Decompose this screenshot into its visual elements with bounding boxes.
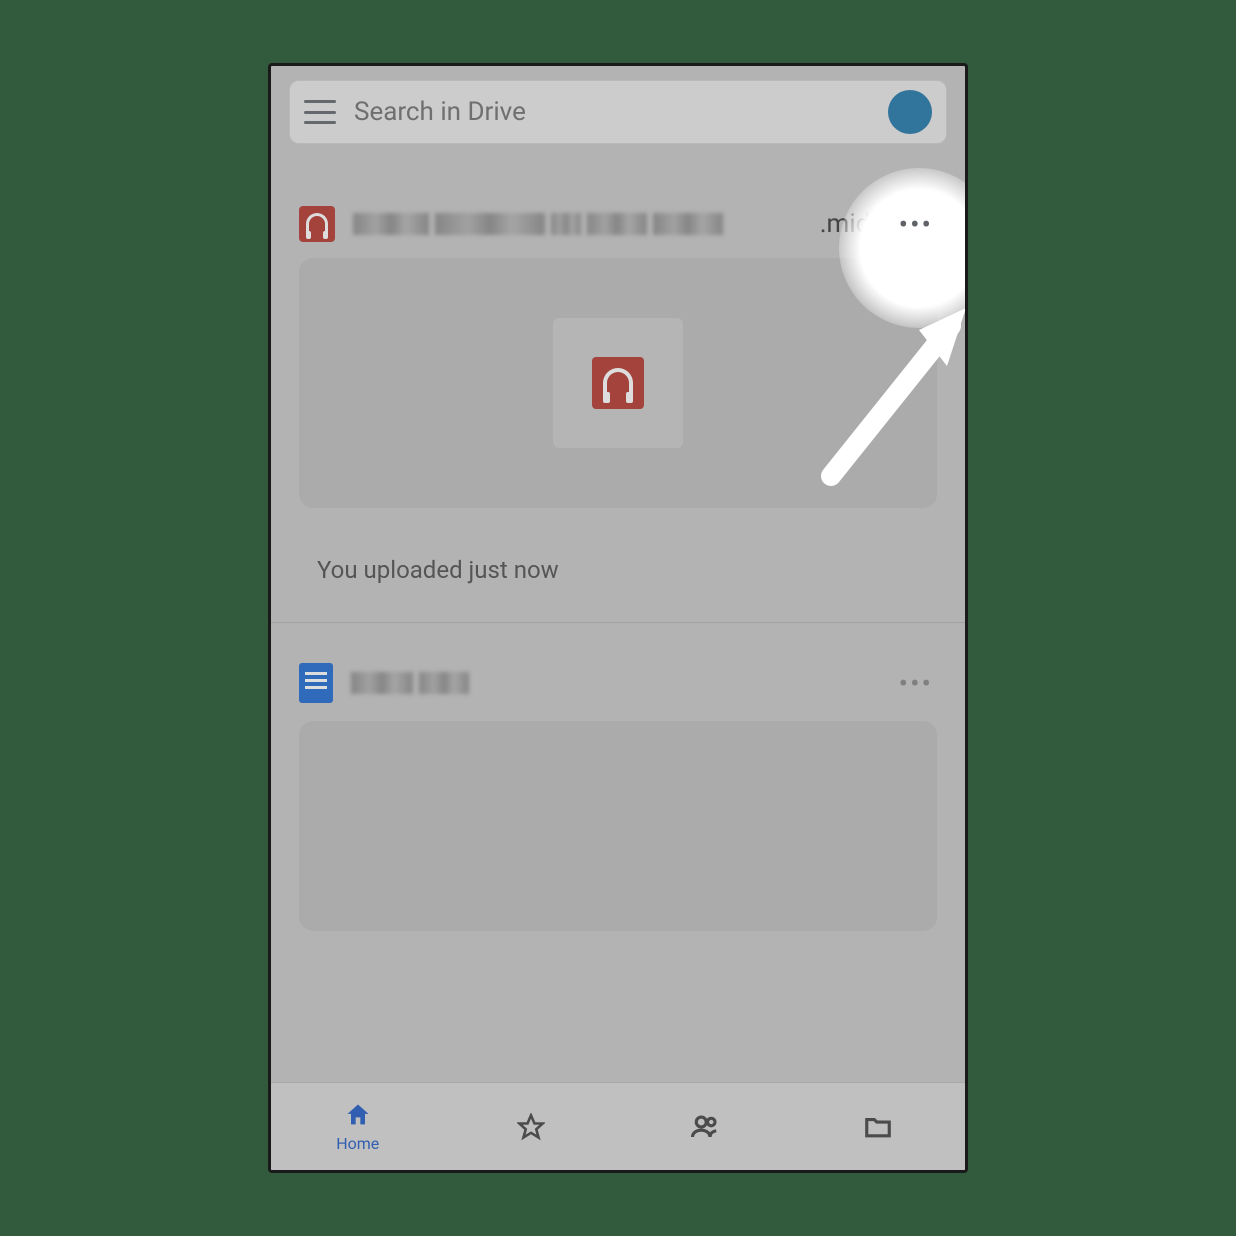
profile-avatar-icon[interactable] <box>888 90 932 134</box>
nav-shared[interactable] <box>618 1083 792 1170</box>
nav-files[interactable] <box>792 1083 966 1170</box>
file-item-doc[interactable]: ••• <box>271 623 965 931</box>
bottom-nav: Home <box>271 1082 965 1170</box>
file-name-redacted <box>351 670 605 696</box>
file-item-midi[interactable]: .midi ••• You uploaded just now <box>271 144 965 622</box>
menu-icon[interactable] <box>304 100 336 124</box>
star-icon <box>516 1112 546 1142</box>
file-preview[interactable] <box>299 258 937 508</box>
search-bar[interactable]: Search in Drive <box>289 80 947 144</box>
file-preview[interactable] <box>299 721 937 931</box>
home-icon <box>343 1100 373 1130</box>
upload-status: You uploaded just now <box>289 508 947 622</box>
people-icon <box>690 1112 720 1142</box>
headphones-icon <box>299 206 335 242</box>
document-icon <box>299 663 333 703</box>
file-name-redacted <box>353 211 802 237</box>
more-icon[interactable]: ••• <box>895 667 937 700</box>
headphones-icon <box>592 357 644 409</box>
nav-home-label: Home <box>336 1134 379 1153</box>
more-icon[interactable]: ••• <box>895 208 937 241</box>
file-list: .midi ••• You uploaded just now <box>271 144 965 931</box>
nav-home[interactable]: Home <box>271 1083 445 1170</box>
file-extension: .midi <box>820 209 877 239</box>
app-screen: Search in Drive .midi ••• <box>268 63 968 1173</box>
preview-placeholder <box>553 318 683 448</box>
search-input[interactable]: Search in Drive <box>354 97 870 127</box>
folder-icon <box>863 1112 893 1142</box>
nav-starred[interactable] <box>445 1083 619 1170</box>
